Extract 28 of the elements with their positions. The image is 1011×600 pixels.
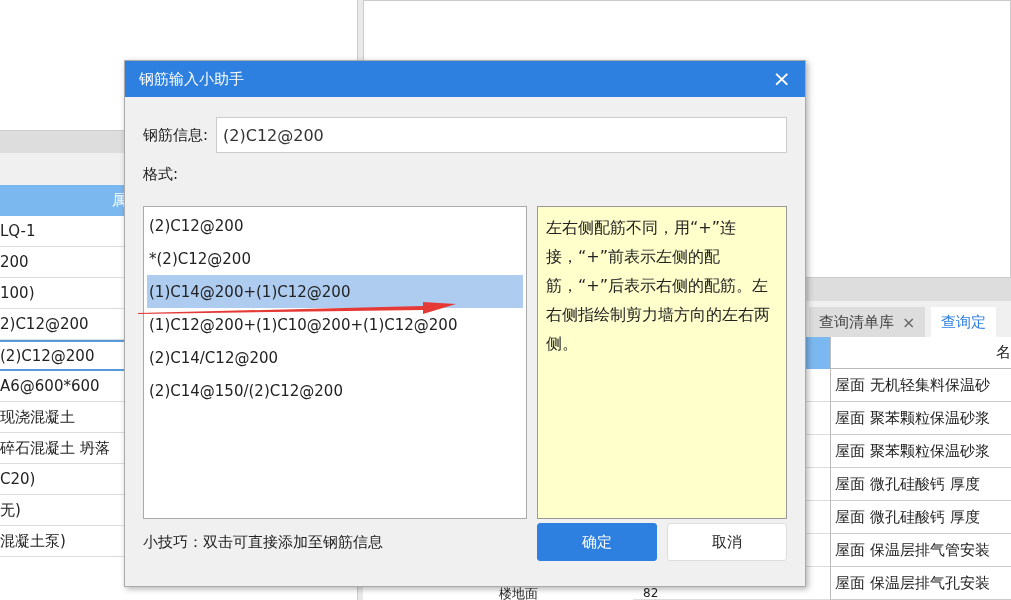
- table-cell: 屋面 聚苯颗粒保温砂浆: [831, 435, 1011, 468]
- table-cell: 屋面 保温层排气孔安装: [831, 567, 1011, 600]
- rebar-info-field[interactable]: (2)C12@200: [216, 117, 787, 153]
- close-icon[interactable]: ×: [902, 312, 916, 332]
- format-item[interactable]: (2)C12@200: [147, 209, 523, 242]
- format-item[interactable]: (2)C14@150/(2)C12@200: [147, 374, 523, 407]
- table-cell-text: 楼地面: [497, 587, 538, 600]
- tab[interactable]: 查询定: [931, 307, 997, 337]
- format-label: 格式:: [143, 165, 180, 184]
- format-item[interactable]: (2)C14/C12@200: [147, 341, 523, 374]
- table-cell: 屋面 微孔硅酸钙 厚度: [831, 468, 1011, 501]
- format-item[interactable]: (1)C14@200+(1)C12@200: [147, 275, 523, 308]
- column-header: 名: [996, 343, 1011, 362]
- row-number: 82: [643, 587, 659, 599]
- tip-text: 小技巧：双击可直接添加至钢筋信息: [143, 532, 383, 552]
- ok-button[interactable]: 确定: [537, 523, 657, 561]
- dialog-title: 钢筋输入小助手: [139, 69, 244, 89]
- table-cell: 屋面 微孔硅酸钙 厚度: [831, 501, 1011, 534]
- table-cell: 屋面 无机轻集料保温砂: [831, 369, 1011, 402]
- field-label: 钢筋信息:: [143, 125, 209, 145]
- tab[interactable]: 查询清单库 ×: [809, 307, 926, 337]
- table-cell: 屋面 保温层排气管安装: [831, 534, 1011, 567]
- close-button[interactable]: ×: [772, 68, 791, 90]
- format-item[interactable]: *(2)C12@200: [147, 242, 523, 275]
- format-item[interactable]: (1)C12@200+(1)C10@200+(1)C12@200: [147, 308, 523, 341]
- cancel-button[interactable]: 取消: [667, 523, 787, 561]
- table-cell: 屋面 聚苯颗粒保温砂浆: [831, 402, 1011, 435]
- description-text: 左右侧配筋不同，用“+”连接，“+”前表示左侧的配筋，“+”后表示右侧的配筋。左右侧指绘制剪力墙方向的左右两侧。: [537, 206, 787, 519]
